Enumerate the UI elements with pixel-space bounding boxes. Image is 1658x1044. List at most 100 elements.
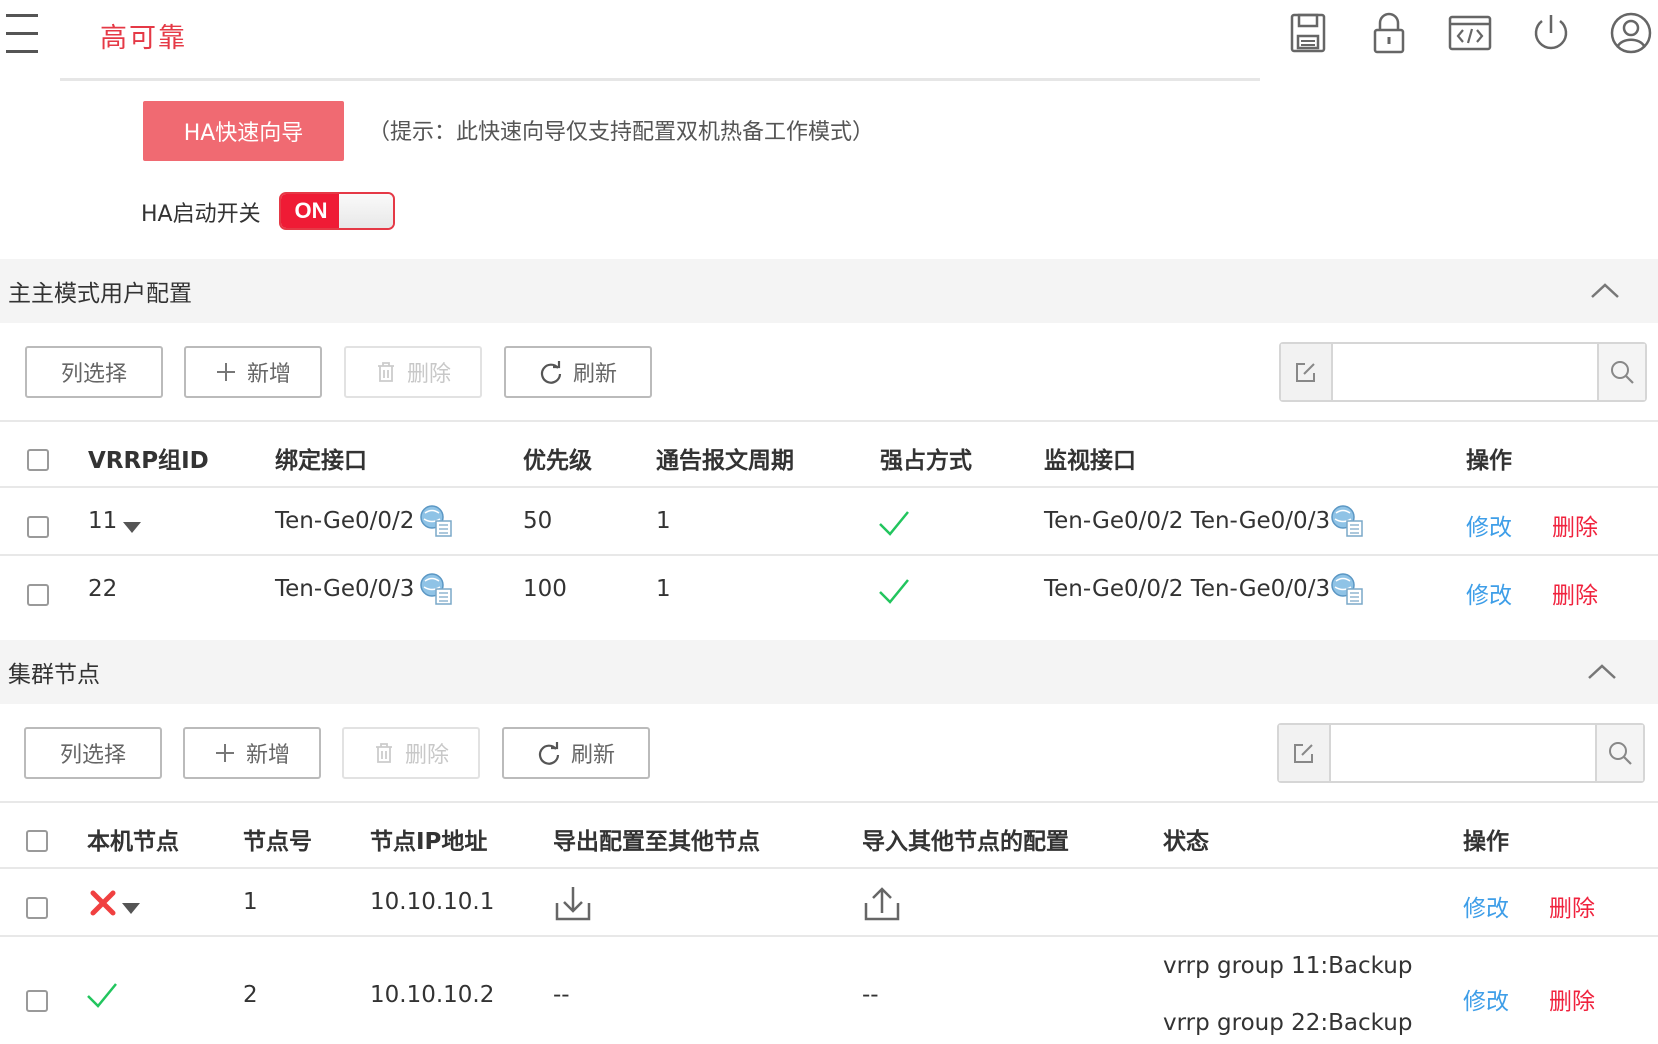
import-config: -- [862,982,879,1008]
select-all-checkbox[interactable] [26,830,48,852]
monitor-interfaces: Ten-Ge0/0/2 Ten-Ge0/0/3 [1044,576,1331,602]
download-icon[interactable] [553,883,593,923]
wizard-hint: （提示：此快速向导仅支持配置双机热备工作模式） [368,120,875,145]
menu-icon[interactable] [6,12,38,56]
advert-period: 1 [656,576,671,602]
interface-detail-icon[interactable] [419,503,455,539]
chevron-up-icon[interactable] [1588,277,1622,305]
delete-link[interactable]: 删除 [1552,508,1598,542]
select-all-checkbox[interactable] [27,449,49,471]
column-header[interactable]: 节点IP地址 [370,822,487,856]
refresh-button[interactable]: 刷新 [502,727,650,779]
edit-link[interactable]: 修改 [1466,508,1512,542]
row-checkbox[interactable] [26,990,48,1012]
edit-link[interactable]: 修改 [1466,576,1512,610]
upload-icon[interactable] [862,883,902,923]
divider [0,486,1658,488]
column-header[interactable]: VRRP组ID [88,441,209,475]
column-header: 操作 [1466,448,1512,474]
search-box [1279,342,1647,402]
save-icon[interactable] [1285,10,1331,56]
delete-link[interactable]: 删除 [1549,889,1595,923]
search-icon[interactable] [1595,725,1643,781]
priority: 100 [523,576,567,602]
check-icon [879,511,909,536]
bind-interface: Ten-Ge0/0/3 [275,576,415,602]
code-icon[interactable] [1447,10,1493,56]
edit-link[interactable]: 修改 [1463,889,1509,923]
divider [0,867,1658,869]
refresh-label: 刷新 [572,362,617,387]
plus-icon [214,742,236,764]
delete-button[interactable]: 删除 [342,727,480,779]
search-input[interactable] [1331,725,1597,783]
monitor-interfaces: Ten-Ge0/0/2 Ten-Ge0/0/3 [1044,508,1331,534]
page-title: 高可靠 [100,23,187,54]
edit-link[interactable]: 修改 [1463,982,1509,1016]
plus-icon [215,361,237,383]
column-header[interactable]: 导出配置至其他节点 [553,822,760,856]
interface-detail-icon[interactable] [419,571,455,607]
column-header[interactable]: 绑定接口 [275,441,367,475]
chevron-up-icon[interactable] [1585,658,1619,686]
error-x-icon [90,890,116,916]
column-header: 操作 [1463,829,1509,855]
column-header[interactable]: 导入其他节点的配置 [862,822,1069,856]
search-input[interactable] [1333,344,1599,402]
row-checkbox[interactable] [26,897,48,919]
interface-detail-icon[interactable] [1330,503,1366,539]
divider [0,801,1658,803]
node-status: vrrp group 22:Backup [1163,1010,1413,1036]
edit-icon[interactable] [1279,725,1331,781]
add-label: 新增 [246,362,291,387]
node-ip: 10.10.10.1 [370,889,495,915]
refresh-icon [537,741,561,765]
ha-switch-label: HA启动开关 [141,202,261,227]
add-button[interactable]: 新增 [183,727,321,779]
column-header[interactable]: 节点号 [243,822,312,856]
priority: 50 [523,508,553,534]
node-status: vrrp group 11:Backup [1163,953,1413,979]
search-icon[interactable] [1597,344,1645,400]
user-icon[interactable] [1608,10,1654,56]
divider [0,420,1658,422]
column-header[interactable]: 状态 [1163,822,1209,856]
divider [0,554,1658,556]
check-icon [879,579,909,604]
node-number: 1 [243,889,258,915]
power-icon[interactable] [1528,10,1574,56]
delete-button[interactable]: 删除 [344,346,482,398]
search-box [1277,723,1645,783]
ha-wizard-button[interactable]: HA快速向导 [143,101,344,161]
lock-icon[interactable] [1366,10,1412,56]
refresh-label: 刷新 [570,743,615,768]
add-label: 新增 [245,743,290,768]
delete-label: 删除 [406,362,451,387]
delete-label: 删除 [404,743,449,768]
column-header[interactable]: 监视接口 [1044,441,1136,475]
column-header[interactable]: 强占方式 [880,441,972,475]
trash-icon [373,742,395,764]
vrrp-section-header[interactable]: 主主模式用户配置 [0,259,1658,323]
edit-icon[interactable] [1281,344,1333,400]
ha-toggle-switch[interactable]: ON [279,192,395,230]
expand-caret-icon[interactable] [123,522,141,533]
interface-detail-icon[interactable] [1330,571,1366,607]
column-header[interactable]: 本机节点 [87,822,179,856]
row-checkbox[interactable] [27,584,49,606]
column-header[interactable]: 通告报文周期 [656,441,794,475]
trash-icon [375,361,397,383]
column-select-button[interactable]: 列选择 [25,346,163,398]
delete-link[interactable]: 删除 [1549,982,1595,1016]
advert-period: 1 [656,508,671,534]
refresh-button[interactable]: 刷新 [504,346,652,398]
delete-link[interactable]: 删除 [1552,576,1598,610]
column-header[interactable]: 优先级 [523,441,592,475]
cluster-section-header[interactable]: 集群节点 [0,640,1658,704]
add-button[interactable]: 新增 [184,346,322,398]
expand-caret-icon[interactable] [122,903,140,914]
vrrp-section-title: 主主模式用户配置 [8,281,192,307]
column-select-button[interactable]: 列选择 [24,727,162,779]
top-bar: 高可靠 [0,0,1658,80]
row-checkbox[interactable] [27,516,49,538]
